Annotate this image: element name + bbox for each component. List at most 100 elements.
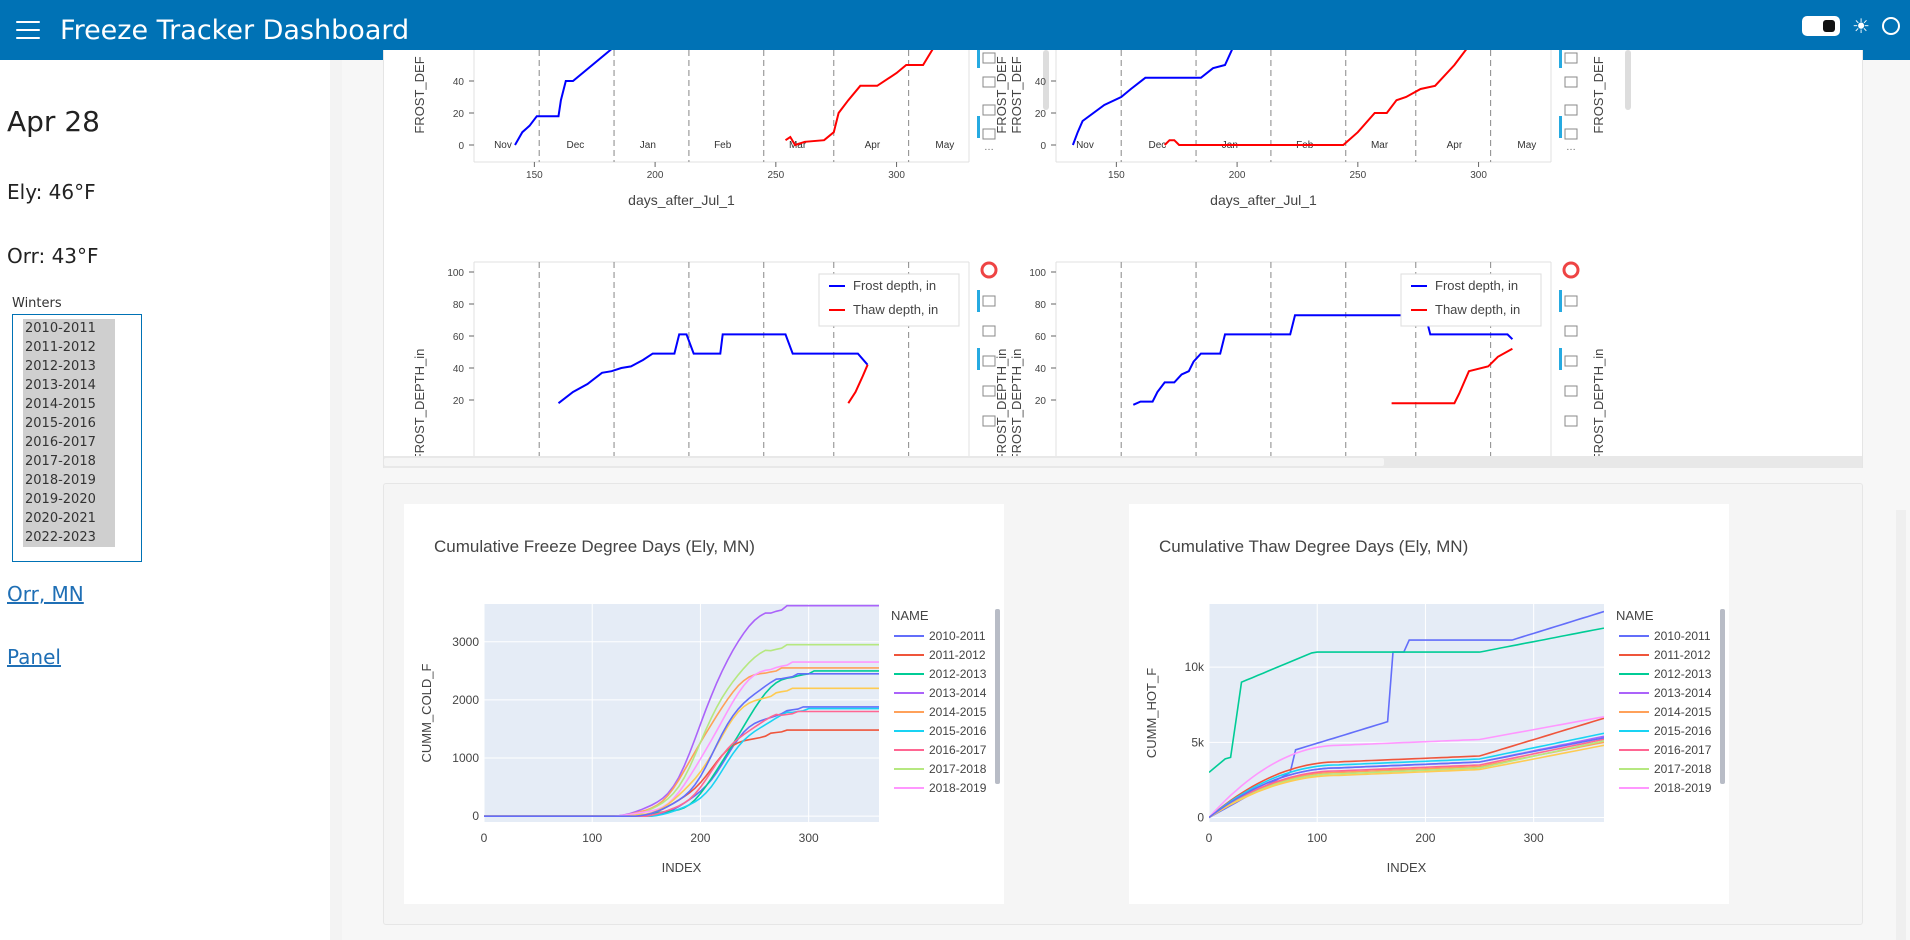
- toolbar-tool-icon: [1564, 355, 1578, 367]
- legend-scrollbar: [1720, 609, 1725, 784]
- legend-label: Thaw depth, in: [853, 302, 938, 317]
- y-tick-label: 2000: [452, 693, 479, 707]
- y-axis-label: FROST_DEF: [994, 56, 1009, 133]
- toolbar-tool-icon: [982, 325, 996, 337]
- sun-icon[interactable]: ☀: [1852, 16, 1870, 36]
- y-tick-label: 20: [453, 109, 465, 120]
- right-axis-label: FROST_DEPTH_in: [1009, 349, 1024, 462]
- x-axis-label: days_after_Jul_1: [628, 192, 735, 208]
- x-tick-label: 250: [767, 170, 784, 181]
- month-label: May: [1517, 140, 1536, 151]
- toolbar-active-indicator: [1559, 290, 1562, 312]
- x-tick-label: 300: [799, 831, 819, 845]
- winter-option[interactable]: 2012-2013: [23, 357, 115, 376]
- orr-mn-link[interactable]: Orr, MN: [7, 582, 84, 606]
- y-axis-label: FROST_DEF: [412, 56, 427, 133]
- x-tick-label: 150: [1108, 170, 1125, 181]
- x-tick-label: 100: [1307, 831, 1327, 845]
- menu-icon[interactable]: [16, 21, 40, 39]
- legend-label: Frost depth, in: [853, 278, 936, 293]
- top-right-controls: ☀: [1802, 16, 1900, 36]
- y-tick-label: 100: [447, 268, 464, 279]
- y-tick-label: 60: [1035, 332, 1047, 343]
- x-tick-label: 300: [1524, 831, 1544, 845]
- y-axis-label: FROST_DEPTH_in: [994, 349, 1009, 462]
- right-axis-label: FROST_DEF: [1591, 56, 1606, 133]
- winter-option[interactable]: 2020-2021: [23, 509, 115, 528]
- winter-option[interactable]: 2011-2012: [23, 338, 115, 357]
- legend-item: 2020-2021: [1654, 819, 1712, 833]
- winter-option[interactable]: 2022-2023: [23, 528, 115, 547]
- frost-plot-bottom-1: 20 40 60 80 100 FROST_DEPTH_in Frost depth, in…: [412, 261, 1024, 468]
- ely-temperature: Ely: 46°F: [7, 180, 96, 204]
- winter-option[interactable]: 2017-2018: [23, 452, 115, 471]
- y-tick-label: 0: [1040, 141, 1046, 152]
- legend-label: Thaw depth, in: [1435, 302, 1520, 317]
- toolbar-active-indicator: [977, 290, 980, 312]
- sidebar-scrollbar[interactable]: [330, 60, 342, 940]
- frost-depth-line: [514, 50, 612, 146]
- freeze-degree-days-card: Cumulative Freeze Degree Days (Ely, MN) 0…: [404, 504, 1004, 904]
- thaw-depth-line: [784, 50, 934, 147]
- legend-scrollbar: [995, 609, 1000, 784]
- legend-item: 2015-2016: [1654, 724, 1712, 738]
- x-tick-label: 100: [582, 831, 602, 845]
- x-tick-label: 0: [481, 831, 488, 845]
- month-label: Mar: [1371, 140, 1389, 151]
- x-tick-label: 300: [888, 170, 905, 181]
- freeze-degree-days-chart[interactable]: Cumulative Freeze Degree Days (Ely, MN) 0…: [404, 504, 1004, 904]
- winter-option[interactable]: 2010-2011: [23, 319, 115, 338]
- toolbar-tool-icon: [1564, 52, 1578, 64]
- month-label: Apr: [1447, 140, 1463, 151]
- frost-depth-plots-panel[interactable]: Nov Dec Jan Feb Mar Apr May 0 20 40 150 200 250 300 da…: [383, 50, 1863, 468]
- y-tick-label: 0: [1197, 810, 1204, 824]
- toolbar-tool-icon: [1564, 295, 1578, 307]
- winter-option[interactable]: 2016-2017: [23, 433, 115, 452]
- legend-item: 2014-2015: [1654, 705, 1712, 719]
- y-tick-label: 100: [1029, 268, 1046, 279]
- y-tick-label: 3000: [452, 635, 479, 649]
- toolbar-tool-icon: [982, 295, 996, 307]
- winter-option[interactable]: 2018-2019: [23, 471, 115, 490]
- chart-title: Cumulative Thaw Degree Days (Ely, MN): [1159, 537, 1468, 556]
- inner-scrollbar: [1625, 50, 1631, 110]
- y-axis-label: FROST_DEPTH_in: [412, 349, 427, 462]
- x-axis-label: days_after_Jul_1: [1210, 192, 1317, 208]
- y-tick-label: 20: [1035, 109, 1047, 120]
- winters-multiselect[interactable]: 2010-2011 2011-2012 2012-2013 2013-2014 2014…: [12, 314, 142, 562]
- winter-option[interactable]: 2013-2014: [23, 376, 115, 395]
- legend-item: 2015-2016: [929, 724, 987, 738]
- winter-option[interactable]: 2014-2015: [23, 395, 115, 414]
- y-tick-label: 10k: [1185, 660, 1205, 674]
- panel-link[interactable]: Panel: [7, 645, 61, 669]
- legend-item: 2019-2020: [929, 800, 987, 814]
- legend-label: Frost depth, in: [1435, 278, 1518, 293]
- legend-item: 2018-2019: [929, 781, 987, 795]
- page-scrollbar[interactable]: [1896, 510, 1906, 940]
- app-title: Freeze Tracker Dashboard: [60, 14, 410, 46]
- winter-option[interactable]: 2015-2016: [23, 414, 115, 433]
- x-tick-label: 150: [526, 170, 543, 181]
- legend-item: 2017-2018: [929, 762, 987, 776]
- theme-toggle[interactable]: [1802, 16, 1841, 36]
- toolbar-tool-icon: [1564, 104, 1578, 116]
- y-tick-label: 20: [453, 396, 465, 407]
- thaw-depth-line: [1391, 347, 1513, 405]
- x-tick-label: 200: [1415, 831, 1435, 845]
- legend-title: NAME: [891, 608, 929, 623]
- y-tick-label: 40: [453, 77, 465, 88]
- month-label: Nov: [1076, 140, 1094, 151]
- legend-item: 2013-2014: [1654, 686, 1712, 700]
- x-tick-label: 200: [690, 831, 710, 845]
- legend: 2010-2011 2011-2012 2012-2013 2013-2014 2014…: [1619, 629, 1712, 833]
- frost-depth-line: [1132, 314, 1514, 406]
- horizontal-scrollbar[interactable]: [384, 456, 1862, 468]
- x-tick-label: 200: [647, 170, 664, 181]
- legend-item: 2011-2012: [929, 648, 986, 662]
- winter-option[interactable]: 2019-2020: [23, 490, 115, 509]
- bokeh-logo-icon: [1562, 261, 1580, 279]
- toolbar-tool-icon: [1564, 385, 1578, 397]
- thaw-degree-days-chart[interactable]: Cumulative Thaw Degree Days (Ely, MN) 0 10…: [1129, 504, 1729, 904]
- y-tick-label: 0: [458, 141, 464, 152]
- toolbar-more-icon: …: [1566, 142, 1576, 153]
